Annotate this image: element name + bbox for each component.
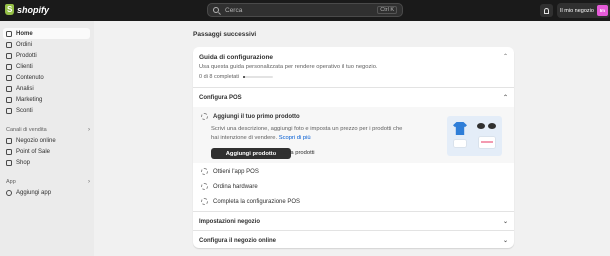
main-content: Passaggi successivi [193,31,514,41]
sidebar-item-home[interactable]: Home [3,28,90,39]
search-shortcut: Ctrl K [377,6,397,14]
sidebar-item-orders[interactable]: Ordini [3,39,90,50]
task-title: Ottieni l'app POS [213,168,259,175]
chevron-down-icon: ⌄ [502,219,508,225]
content-icon [6,74,12,81]
apps-label: App [6,178,16,185]
dashed-circle-icon [201,113,208,120]
task-title: Aggiungi il tuo primo prodotto [213,113,300,120]
setup-guide-description: Usa questa guida personalizzata per rend… [199,64,378,70]
dashed-circle-icon [201,183,208,190]
chevron-up-icon[interactable]: ⌃ [503,53,508,60]
setup-guide-header: Guida di configurazione Usa questa guida… [199,54,508,80]
shopify-bag-icon [5,4,14,15]
notifications-button[interactable] [540,4,553,17]
search-input[interactable]: Cerca Ctrl K [207,3,403,17]
sidebar-item-online-store[interactable]: Negozio online [3,135,90,146]
task-order-hardware[interactable]: Ordina hardware [201,183,258,190]
sales-channels-label: Canali di vendita [6,126,47,133]
tshirt-icon [453,122,467,135]
sidebar-item-label: Clienti [16,63,33,70]
sidebar-item-label: Ordini [16,41,33,48]
pos-icon [6,148,12,155]
tag-icon [6,52,12,59]
import-products-button[interactable]: Importa prodotti [274,150,315,156]
learn-more-link[interactable]: Scopri di più [279,135,311,141]
person-icon [6,63,12,70]
sidebar-item-label: Contenuto [16,74,44,81]
search-icon [213,7,219,13]
discount-icon [6,107,12,114]
apps-header[interactable]: App › [3,176,90,187]
target-icon [6,96,12,103]
section-title: Impostazioni negozio [199,218,260,225]
shopify-logo[interactable]: shopify [5,4,49,15]
bell-icon [544,8,549,14]
sidebar-item-customers[interactable]: Clienti [3,61,90,72]
sidebar-item-label: Shop [16,159,31,166]
store-icon [6,137,12,144]
top-bar: shopify Cerca Ctrl K Il mio negozio Im [0,0,610,21]
brand-name: shopify [17,4,50,15]
store-menu-button[interactable]: Il mio negozio Im [557,3,610,18]
setup-guide-card: Guida di configurazione Usa questa guida… [193,47,514,248]
dashed-circle-icon [201,168,208,175]
sidebar-item-label: Point of Sale [16,148,51,155]
section-configure-pos[interactable]: Configura POS ⌃ [193,87,514,107]
orders-icon [6,41,12,48]
avatar: Im [596,5,608,16]
sidebar-item-marketing[interactable]: Marketing [3,94,90,105]
section-store-settings[interactable]: Impostazioni negozio ⌄ [193,211,514,231]
sidebar-item-label: Aggiungi app [16,189,52,196]
progress-bar [243,76,274,78]
sidebar-item-label: Negozio online [16,137,56,144]
task-title: Completa la configurazione POS [213,198,301,205]
task-description: Scrivi una descrizione, aggiungi foto e … [211,125,406,142]
add-circle-icon [6,189,12,196]
analytics-icon [6,85,12,92]
sidebar-item-point-of-sale[interactable]: Point of Sale [3,146,90,157]
sidebar-item-label: Prodotti [16,52,37,59]
sidebar-item-shop[interactable]: Shop [3,157,90,168]
shop-icon [6,159,12,166]
sidebar-item-discounts[interactable]: Sconti [3,105,90,116]
sidebar-item-label: Marketing [16,96,43,103]
price-tag-icon [454,140,466,147]
page-title: Passaggi successivi [193,31,257,38]
sidebar: Home Ordini Prodotti Clienti Contenuto A… [0,21,94,256]
search-placeholder: Cerca [225,6,243,14]
dashed-circle-icon [201,198,208,205]
progress-fill [243,76,246,78]
progress-text: 0 di 8 completati [199,74,240,80]
setup-progress: 0 di 8 completati [199,74,508,80]
section-title: Configura POS [199,94,242,101]
sidebar-item-label: Analisi [16,85,34,92]
gift-card-icon [479,137,495,148]
store-name: Il mio negozio [560,7,594,14]
section-online-store[interactable]: Configura il negozio online ⌄ [193,230,514,248]
section-title: Configura il negozio online [199,237,276,244]
task-get-pos-app[interactable]: Ottieni l'app POS [201,168,259,175]
sidebar-item-content[interactable]: Contenuto [3,72,90,83]
home-icon [6,30,12,37]
sidebar-item-label: Home [16,30,33,37]
sidebar-item-label: Sconti [16,107,33,114]
product-illustration [447,116,502,156]
sidebar-item-add-app[interactable]: Aggiungi app [3,187,90,198]
chevron-up-icon: ⌃ [502,95,508,101]
chevron-down-icon: ⌄ [502,238,508,244]
chevron-right-icon: › [88,126,90,133]
task-title: Ordina hardware [213,183,258,190]
setup-guide-title: Guida di configurazione [199,54,274,61]
sidebar-item-analytics[interactable]: Analisi [3,83,90,94]
sales-channels-header[interactable]: Canali di vendita › [3,124,90,135]
sidebar-item-products[interactable]: Prodotti [3,50,90,61]
sunglasses-icon [477,123,497,129]
task-complete-pos-setup[interactable]: Completa la configurazione POS [201,198,300,205]
chevron-right-icon: › [88,178,90,185]
task-add-first-product[interactable]: Aggiungi il tuo primo prodotto [201,113,300,120]
